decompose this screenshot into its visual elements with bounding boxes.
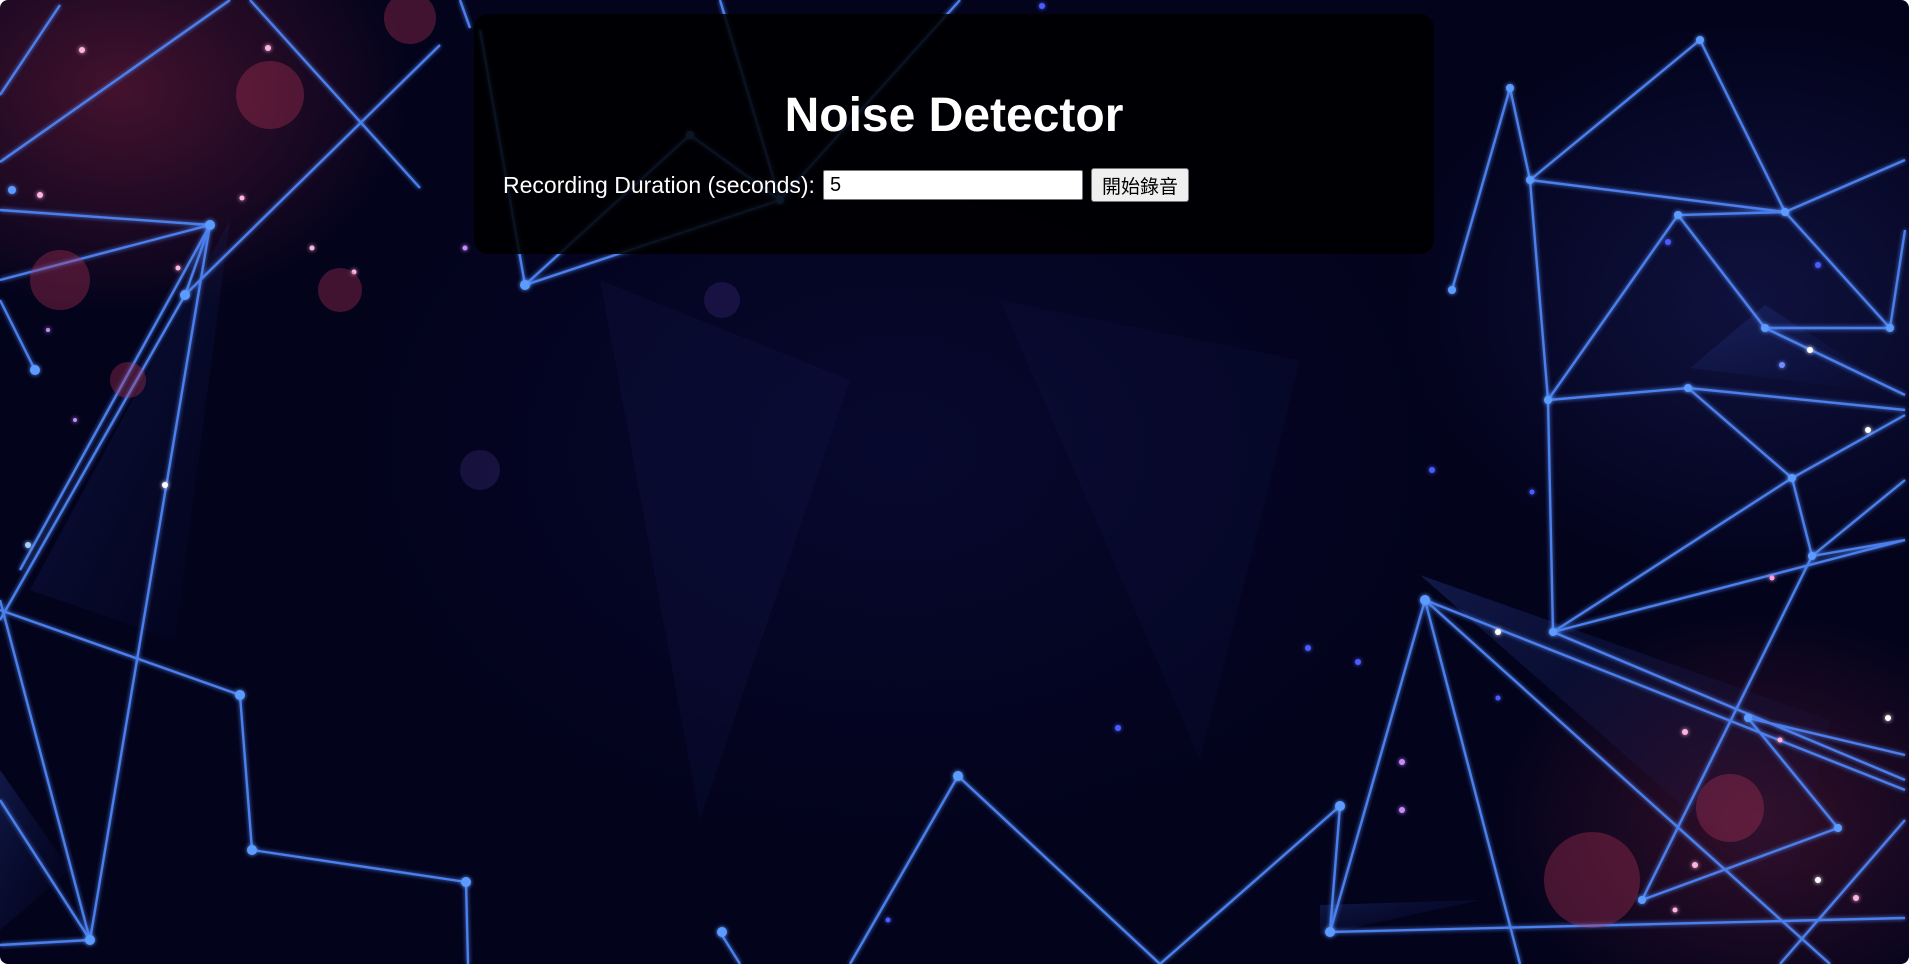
start-recording-button[interactable]: 開始錄音 [1090,168,1189,202]
background-shards [0,220,1905,935]
recording-controls: Recording Duration (seconds): 開始錄音 [503,166,1189,204]
page-title: Noise Detector [784,89,1124,142]
detector-panel: Noise Detector Recording Duration (secon… [474,14,1434,254]
duration-label: Recording Duration (seconds): [503,171,815,198]
duration-input[interactable] [822,170,1083,200]
page-viewport: Noise Detector Recording Duration (secon… [0,0,1909,964]
